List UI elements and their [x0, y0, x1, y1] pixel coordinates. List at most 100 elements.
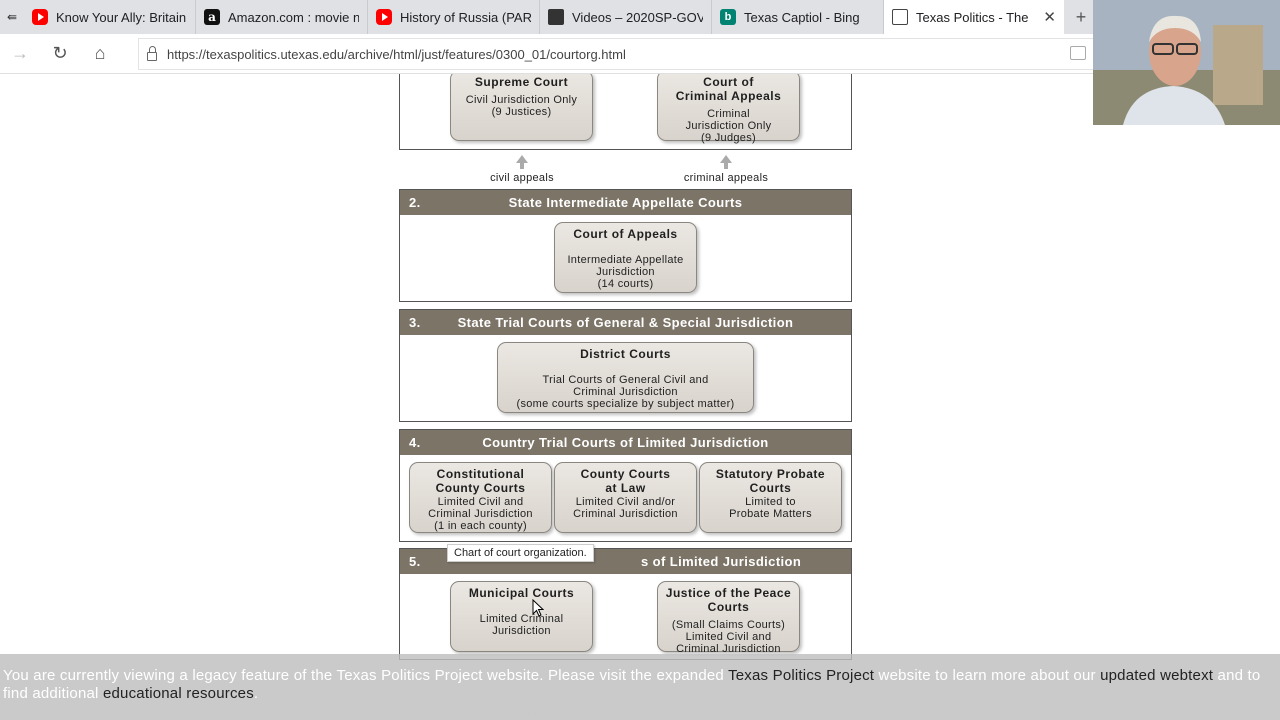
court-desc: Criminal Jurisdiction	[428, 508, 533, 520]
court-desc: Limited Civil and	[437, 496, 524, 508]
court-name: Court of	[703, 75, 754, 89]
tier-header: 2. State Intermediate Appellate Courts	[400, 190, 851, 215]
court-name: County Courts	[580, 467, 671, 481]
tab-list-icon[interactable]: ⇚	[0, 0, 24, 34]
court-name: at Law	[605, 481, 646, 495]
lock-icon	[147, 46, 157, 61]
municipal-courts-box: Municipal Courts Limited Criminal Jurisd…	[450, 581, 593, 652]
county-courts-at-law-box: County Courts at Law Limited Civil and/o…	[554, 462, 697, 533]
tier-number: 3.	[409, 315, 421, 330]
court-desc: Limited Civil and/or	[575, 496, 676, 508]
home-icon[interactable]: ⌂	[80, 34, 120, 74]
refresh-icon[interactable]: ↻	[40, 34, 80, 74]
constitutional-county-courts-box: Constitutional County Courts Limited Civ…	[409, 462, 552, 533]
banner-text: .	[253, 685, 259, 702]
tab-bar: ⇚ Know Your Ally: Britain a Amazon.com :…	[0, 0, 1280, 34]
youtube-icon	[376, 9, 392, 25]
up-arrow-icon	[720, 155, 732, 163]
tier-number: 2.	[409, 195, 421, 210]
navigation-bar: → ↻ ⌂ https://texaspolitics.utexas.edu/a…	[0, 34, 1280, 74]
texas-politics-project-link[interactable]: Texas Politics Project	[728, 667, 874, 684]
criminal-appeals-label: criminal appeals	[676, 155, 776, 184]
court-name: Court of Appeals	[573, 227, 678, 241]
appeal-text: civil appeals	[490, 172, 554, 184]
image-tooltip: Chart of court organization.	[447, 544, 594, 562]
tier-title: Country Trial Courts of Limited Jurisdic…	[482, 435, 769, 450]
close-tab-icon[interactable]: ✕	[1043, 8, 1056, 26]
tab-title: Know Your Ally: Britain	[56, 9, 187, 25]
court-name: Supreme Court	[474, 75, 569, 89]
legacy-notice-banner: You are currently viewing a legacy featu…	[0, 654, 1280, 720]
court-desc: Criminal Jurisdiction	[573, 508, 678, 520]
tab-title: Amazon.com : movie n	[228, 9, 359, 25]
tier-title: State Trial Courts of General & Special …	[457, 315, 794, 330]
court-desc: Limited Civil and	[685, 631, 772, 643]
tab-texas-politics[interactable]: Texas Politics - The ✕	[884, 0, 1064, 34]
tab-title: History of Russia (PART	[400, 9, 531, 25]
tier-number: 4.	[409, 435, 421, 450]
tab-amazon[interactable]: a Amazon.com : movie n	[196, 0, 368, 34]
reading-view-icon[interactable]	[1070, 46, 1086, 60]
tab-bing[interactable]: b Texas Captiol - Bing	[712, 0, 884, 34]
court-desc: Limited to	[745, 496, 796, 508]
tab-title: Videos – 2020SP-GOVT	[572, 9, 703, 25]
court-desc: Trial Courts of General Civil and	[542, 374, 709, 386]
statutory-probate-courts-box: Statutory Probate Courts Limited to Prob…	[699, 462, 842, 533]
video-icon	[548, 9, 564, 25]
tier-number: 5.	[409, 554, 421, 569]
bing-icon: b	[720, 9, 736, 25]
court-desc: (9 Justices)	[491, 106, 552, 118]
court-desc: Jurisdiction Only	[685, 120, 772, 132]
address-bar[interactable]: https://texaspolitics.utexas.edu/archive…	[138, 38, 1094, 70]
tier-header: 4. Country Trial Courts of Limited Juris…	[400, 430, 851, 455]
tab-title: Texas Politics - The	[916, 9, 1029, 25]
court-name: Statutory Probate	[715, 467, 826, 481]
court-name: Constitutional	[436, 467, 525, 481]
webcam-overlay	[1093, 0, 1280, 125]
court-name: Justice of the Peace	[665, 586, 792, 600]
youtube-icon	[32, 9, 48, 25]
justice-of-the-peace-courts-box: Justice of the Peace Courts (Small Claim…	[657, 581, 800, 655]
banner-text: You are currently viewing a legacy featu…	[3, 667, 729, 684]
court-desc: (1 in each county)	[434, 520, 527, 532]
updated-webtext-link[interactable]: updated webtext	[1100, 667, 1213, 684]
court-desc: Probate Matters	[729, 508, 812, 520]
tier-header: 3. State Trial Courts of General & Speci…	[400, 310, 851, 335]
court-desc: Jurisdiction	[492, 625, 551, 637]
court-desc: (9 Judges)	[701, 132, 756, 144]
court-of-appeals-box: Court of Appeals Intermediate Appellate …	[554, 222, 697, 293]
court-desc: Jurisdiction	[596, 266, 655, 278]
appeal-text: criminal appeals	[683, 172, 769, 184]
court-desc: Civil Jurisdiction Only	[465, 94, 578, 106]
court-name: County Courts	[435, 481, 526, 495]
court-name: Municipal Courts	[468, 586, 575, 600]
court-desc: (Small Claims Courts)	[671, 619, 786, 631]
district-courts-box: District Courts Trial Courts of General …	[497, 342, 754, 413]
amazon-icon: a	[204, 9, 220, 25]
forward-icon[interactable]: →	[0, 34, 40, 74]
tab-history-russia[interactable]: History of Russia (PART	[368, 0, 540, 34]
court-desc: Criminal Jurisdiction	[573, 386, 678, 398]
url-text: https://texaspolitics.utexas.edu/archive…	[167, 46, 626, 62]
tab-know-your-ally[interactable]: Know Your Ally: Britain	[24, 0, 196, 34]
banner-text: website to learn more about our	[874, 667, 1101, 684]
court-desc: (some courts specialize by subject matte…	[516, 398, 735, 410]
court-desc: Limited Criminal	[479, 613, 564, 625]
civil-appeals-label: civil appeals	[476, 155, 568, 184]
court-name: Criminal Appeals	[675, 89, 782, 103]
up-arrow-icon	[516, 155, 528, 163]
court-name: Courts	[707, 600, 750, 614]
court-desc: Intermediate Appellate	[567, 254, 684, 266]
page-content: Supreme Court Civil Jurisdiction Only (9…	[0, 74, 1280, 720]
tab-videos[interactable]: Videos – 2020SP-GOVT	[540, 0, 712, 34]
criminal-appeals-box: Court of Criminal Appeals Criminal Juris…	[657, 74, 800, 144]
educational-resources-link[interactable]: educational resources	[103, 685, 254, 702]
tab-title: Texas Captiol - Bing	[744, 9, 860, 25]
page-icon	[892, 9, 908, 25]
tier-title: State Intermediate Appellate Courts	[508, 195, 743, 210]
source-note: Source: ©TPEC / Court Administration / G…	[400, 707, 592, 717]
supreme-court-box: Supreme Court Civil Jurisdiction Only (9…	[450, 74, 593, 141]
court-name: District Courts	[580, 347, 671, 361]
court-desc: Criminal	[707, 108, 750, 120]
court-desc: (14 courts)	[597, 278, 654, 290]
